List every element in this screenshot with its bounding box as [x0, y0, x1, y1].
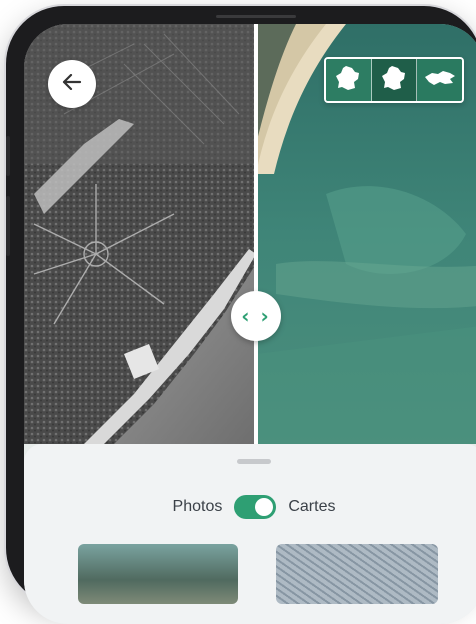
phone-side-button	[6, 196, 10, 256]
compare-divider[interactable]	[254, 24, 258, 444]
territory-option-overseas[interactable]	[417, 59, 462, 101]
layer-thumbnail-photo[interactable]	[78, 544, 238, 604]
bottom-sheet: Photos Cartes	[24, 444, 476, 624]
phone-side-button	[6, 136, 10, 176]
france-map-icon	[333, 63, 363, 98]
photos-cartes-toggle[interactable]	[234, 495, 277, 519]
territory-option-selected[interactable]	[371, 59, 418, 101]
overseas-map-icon	[423, 67, 457, 94]
app-screen: ‹ › Photos Cartes	[24, 24, 476, 624]
compare-handle-glyph: ‹ ›	[241, 304, 271, 328]
territory-option-metropole[interactable]	[326, 59, 372, 101]
back-arrow-icon	[62, 73, 82, 95]
back-button[interactable]	[48, 60, 96, 108]
phone-top-edge	[216, 15, 296, 18]
phone-frame: ‹ › Photos Cartes	[6, 6, 476, 624]
toggle-label-cartes: Cartes	[288, 498, 336, 515]
france-map-icon	[379, 63, 409, 98]
toggle-label-photos: Photos	[172, 498, 223, 515]
layer-type-toggle-row: Photos Cartes	[24, 492, 476, 522]
sheet-drag-handle[interactable]	[237, 459, 271, 464]
layer-thumbnail-map[interactable]	[276, 544, 438, 604]
compare-arrows-icon[interactable]: ‹ ›	[231, 291, 281, 341]
territory-switcher[interactable]	[324, 57, 464, 103]
toggle-knob	[255, 498, 274, 516]
